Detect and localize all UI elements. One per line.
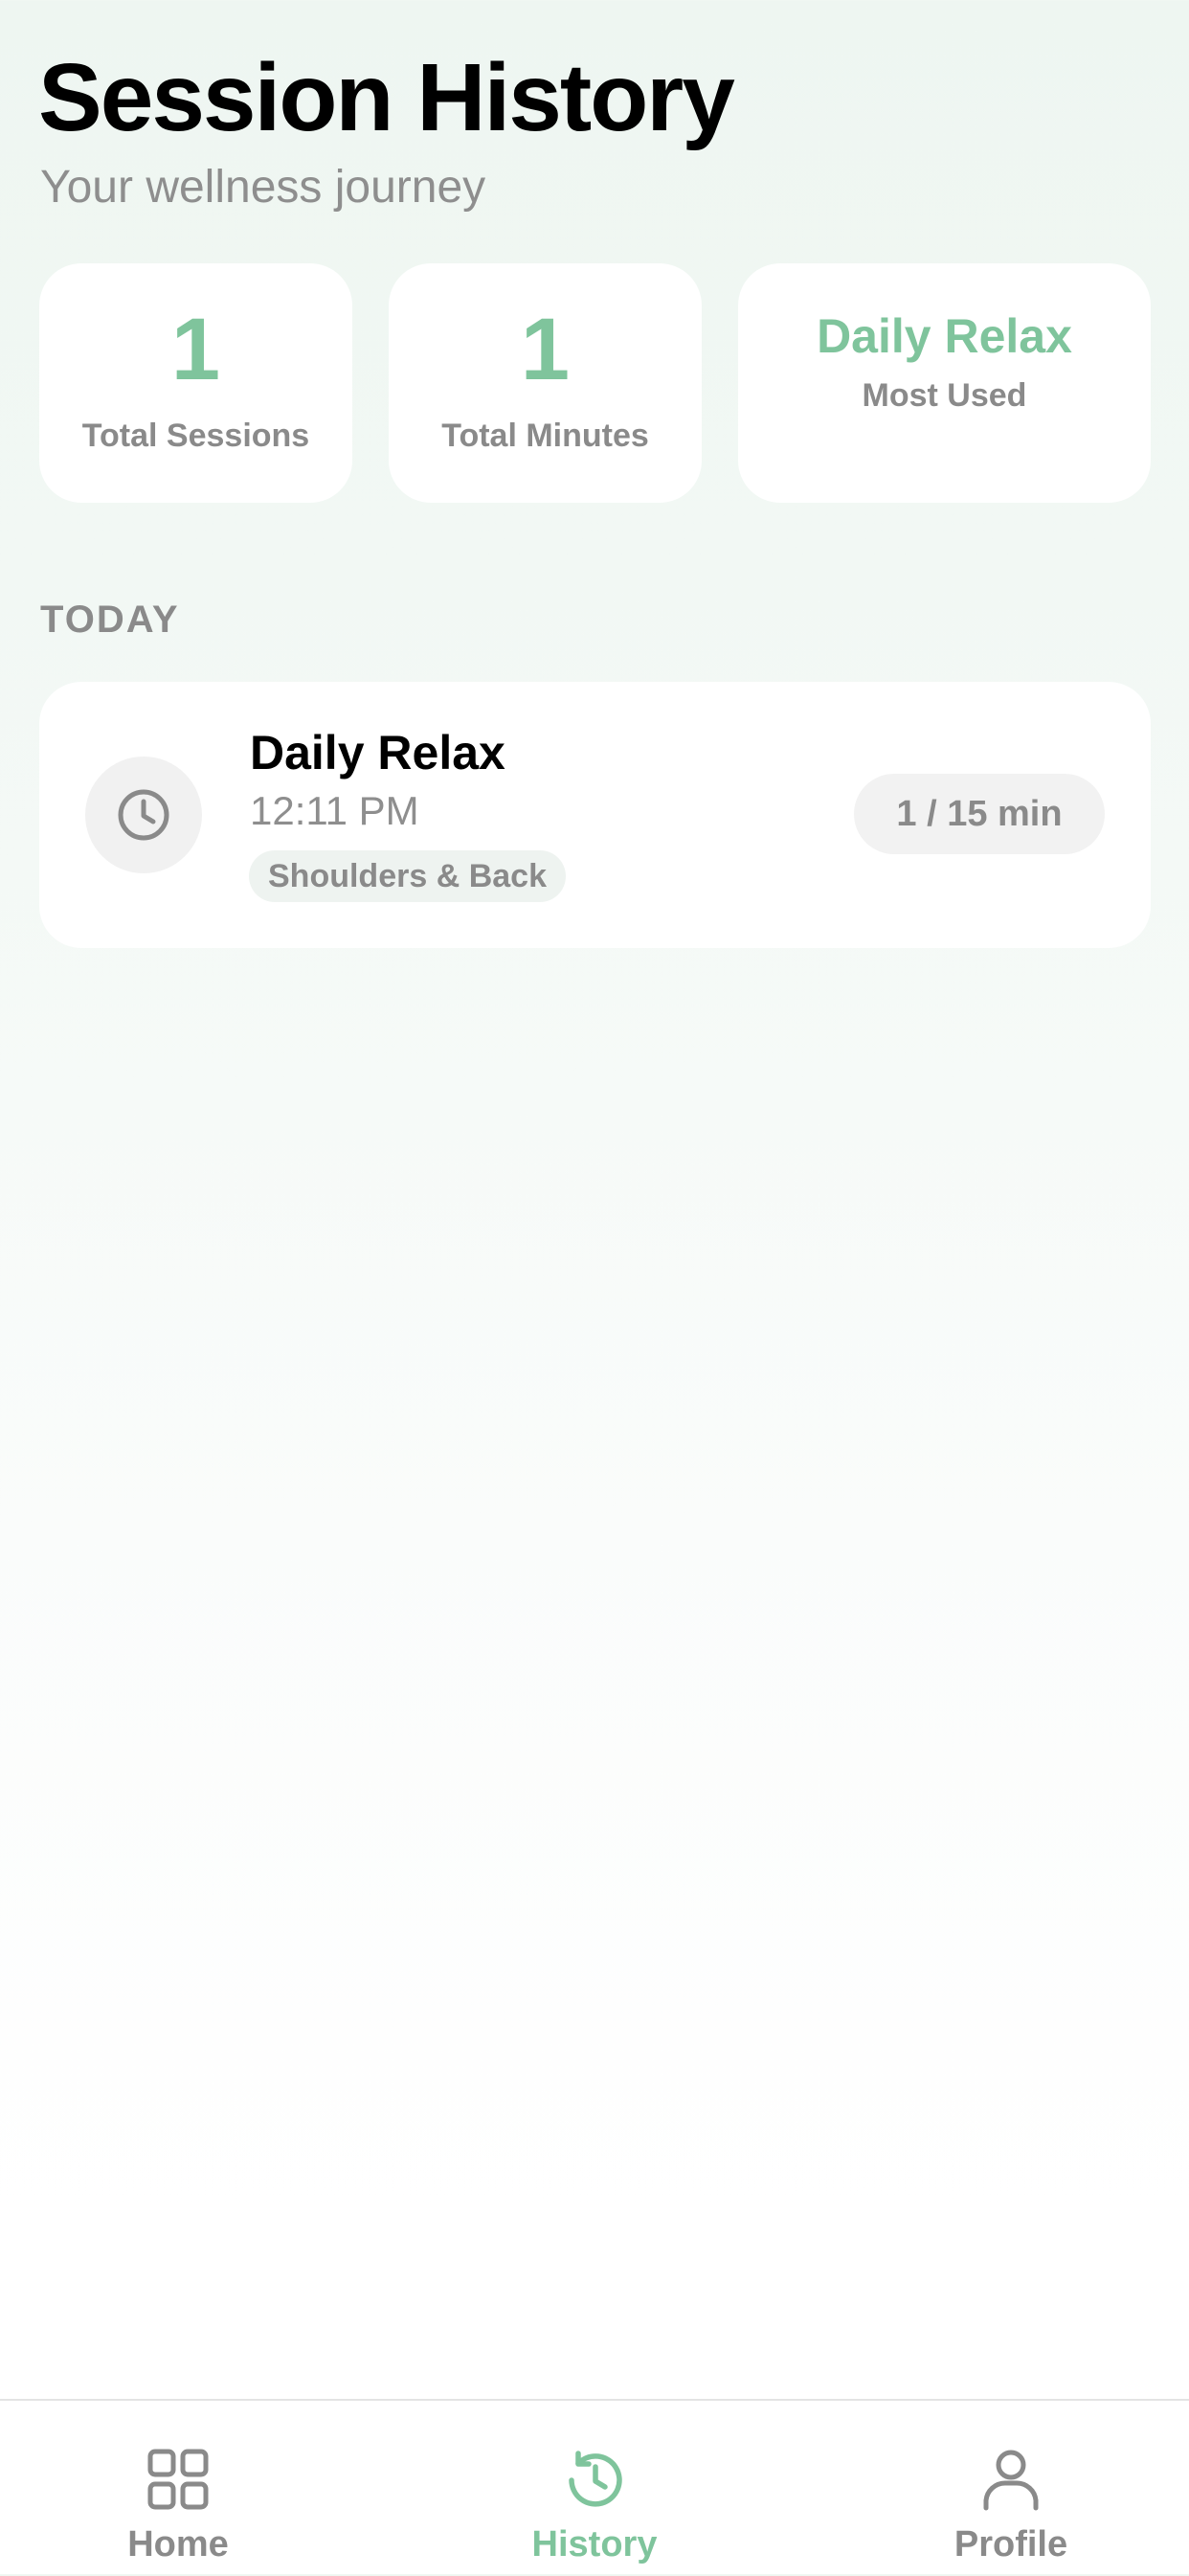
clock-icon xyxy=(118,789,169,841)
grid-icon xyxy=(147,2449,209,2510)
tab-home[interactable]: Home xyxy=(54,2401,303,2576)
session-icon-badge xyxy=(85,757,202,873)
session-name: Daily Relax xyxy=(250,726,505,780)
session-duration-badge: 1 / 15 min xyxy=(854,774,1105,854)
stat-card-total-sessions: 1 Total Sessions xyxy=(39,263,352,503)
tab-history[interactable]: History xyxy=(470,2401,719,2576)
session-time: 12:11 PM xyxy=(250,788,419,833)
stat-label: Most Used xyxy=(862,377,1027,414)
page-subtitle: Your wellness journey xyxy=(40,162,486,213)
tab-label-history: History xyxy=(531,2524,658,2565)
session-tag: Shoulders & Back xyxy=(249,850,566,902)
page-title: Session History xyxy=(38,44,735,151)
tab-bar: Home History Profile xyxy=(0,2399,1189,2574)
stat-value: 1 xyxy=(520,301,571,398)
tab-label-profile: Profile xyxy=(953,2524,1068,2565)
section-heading-today: TODAY xyxy=(40,599,180,641)
stat-card-total-minutes: 1 Total Minutes xyxy=(389,263,702,503)
history-icon xyxy=(569,2451,622,2507)
stat-value: 1 xyxy=(170,301,221,398)
session-card[interactable]: Daily Relax 12:11 PM Shoulders & Back 1 … xyxy=(39,682,1151,948)
stat-card-most-used: Daily Relax Most Used xyxy=(738,263,1151,503)
person-icon xyxy=(983,2450,1039,2511)
stat-label: Total Minutes xyxy=(441,418,649,454)
stat-value: Daily Relax xyxy=(817,309,1072,363)
tab-label-home: Home xyxy=(127,2524,229,2565)
tab-profile[interactable]: Profile xyxy=(886,2401,1135,2576)
stat-label: Total Sessions xyxy=(81,418,310,454)
